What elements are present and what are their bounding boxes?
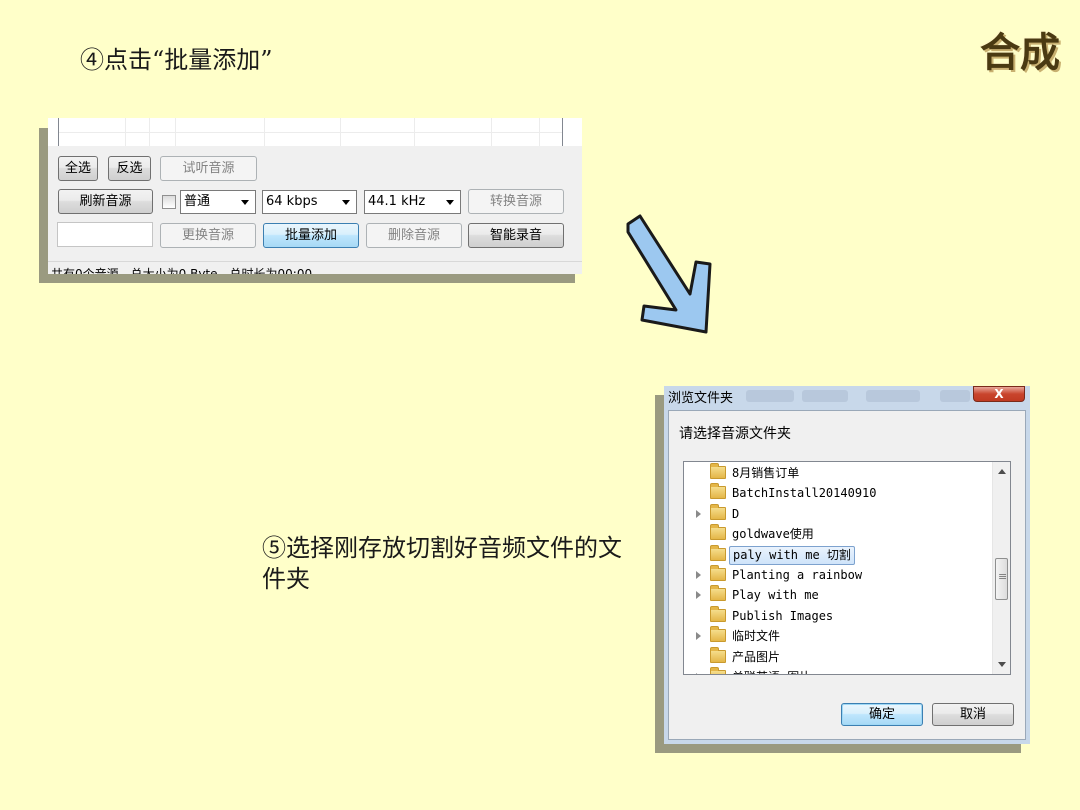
select-all-button[interactable]: 全选 bbox=[58, 156, 98, 181]
cancel-button[interactable]: 取消 bbox=[932, 703, 1014, 726]
folder-icon bbox=[710, 626, 726, 643]
expand-arrow-icon[interactable] bbox=[696, 632, 701, 641]
folder-tree[interactable]: 8月销售订单 BatchInstall20140910 Dgoldwave使用 pal… bbox=[683, 461, 1011, 675]
folder-name: 产品图片 bbox=[732, 649, 781, 664]
delete-source-button[interactable]: 删除音源 bbox=[366, 223, 462, 248]
folder-icon bbox=[710, 605, 726, 622]
close-button[interactable]: X bbox=[973, 386, 1025, 402]
blurred-background-tab bbox=[746, 390, 794, 402]
refresh-source-button[interactable]: 刷新音源 bbox=[58, 189, 153, 214]
scroll-thumb[interactable] bbox=[995, 558, 1008, 600]
folder-icon bbox=[710, 667, 726, 674]
bitrate-select[interactable]: 64 kbps bbox=[262, 190, 357, 214]
tree-scrollbar[interactable] bbox=[992, 462, 1010, 674]
folder-name: Publish Images bbox=[732, 608, 834, 623]
chevron-down-icon bbox=[342, 200, 350, 205]
batch-add-button[interactable]: 批量添加 bbox=[263, 223, 359, 248]
invert-selection-button[interactable]: 反选 bbox=[108, 156, 151, 181]
folder-icon bbox=[710, 565, 726, 581]
quality-select-value: 普通 bbox=[184, 194, 211, 209]
chevron-down-icon bbox=[446, 200, 454, 205]
dialog-title: 浏览文件夹 bbox=[668, 391, 734, 406]
name-input[interactable] bbox=[57, 222, 153, 247]
folder-name: 临时文件 bbox=[732, 629, 781, 644]
dialog-client-area: 请选择音源文件夹 8月销售订单 BatchInstall20140910 Dgold… bbox=[668, 410, 1026, 740]
scroll-down-icon[interactable] bbox=[998, 662, 1006, 667]
expand-arrow-icon[interactable] bbox=[696, 673, 701, 674]
slide-title: 合成 bbox=[980, 29, 1060, 76]
browse-folder-dialog: 浏览文件夹 X 请选择音源文件夹 8月销售订单 BatchInstall20140… bbox=[664, 386, 1030, 744]
step5-instruction: ⑤选择刚存放切割好音频文件的文件夹 bbox=[262, 534, 622, 593]
samplerate-select-value: 44.1 kHz bbox=[368, 194, 426, 209]
chevron-down-icon bbox=[241, 200, 249, 205]
folder-name: 8月销售订单 bbox=[732, 466, 800, 480]
bitrate-select-value: 64 kbps bbox=[266, 194, 318, 209]
step4-instruction: ④点击“批量添加” bbox=[80, 46, 273, 74]
expand-arrow-icon[interactable] bbox=[696, 509, 701, 518]
samplerate-select[interactable]: 44.1 kHz bbox=[364, 190, 461, 214]
preview-source-button[interactable]: 试听音源 bbox=[160, 156, 257, 181]
folder-icon bbox=[710, 524, 726, 541]
folder-name: goldwave使用 bbox=[732, 527, 814, 542]
folder-name: paly with me 切割 bbox=[729, 545, 855, 565]
quality-select[interactable]: 普通 bbox=[180, 190, 256, 214]
blurred-background-tab bbox=[802, 390, 848, 402]
folder-icon bbox=[710, 544, 726, 561]
folder-icon bbox=[710, 503, 726, 520]
down-right-arrow-icon bbox=[626, 214, 712, 334]
ok-button[interactable]: 确定 bbox=[841, 703, 923, 726]
replace-source-button[interactable]: 更换音源 bbox=[160, 223, 256, 248]
folder-icon bbox=[710, 646, 726, 663]
folder-icon bbox=[710, 483, 726, 500]
source-list[interactable] bbox=[58, 118, 563, 147]
convert-source-button[interactable]: 转换音源 bbox=[468, 189, 564, 214]
dialog-prompt: 请选择音源文件夹 bbox=[679, 426, 791, 442]
folder-name: 单联英语 图片 bbox=[732, 667, 811, 674]
scroll-up-icon[interactable] bbox=[998, 469, 1006, 474]
close-icon: X bbox=[994, 387, 1004, 401]
blurred-background-tab bbox=[940, 390, 970, 402]
status-bar: 共有0个音源，总大小为0 Byte，总时长为00:00 bbox=[48, 261, 582, 274]
folder-icon bbox=[710, 463, 726, 479]
folder-name: Play with me bbox=[732, 588, 819, 603]
tool-panel-screenshot: 全选 反选 试听音源 刷新音源 普通 64 kbps 44.1 kHz 转换音源… bbox=[48, 118, 582, 274]
blurred-background-tab bbox=[866, 390, 920, 402]
folder-icon bbox=[710, 585, 726, 602]
folder-name: Planting a rainbow bbox=[732, 568, 863, 582]
smart-record-button[interactable]: 智能录音 bbox=[468, 223, 564, 248]
folder-name: D bbox=[732, 506, 740, 521]
expand-arrow-icon[interactable] bbox=[696, 571, 701, 579]
option-checkbox[interactable] bbox=[162, 195, 176, 209]
tool-panel-body: 全选 反选 试听音源 刷新音源 普通 64 kbps 44.1 kHz 转换音源… bbox=[48, 146, 582, 261]
folder-name: BatchInstall20140910 bbox=[732, 486, 877, 501]
expand-arrow-icon[interactable] bbox=[696, 591, 701, 600]
